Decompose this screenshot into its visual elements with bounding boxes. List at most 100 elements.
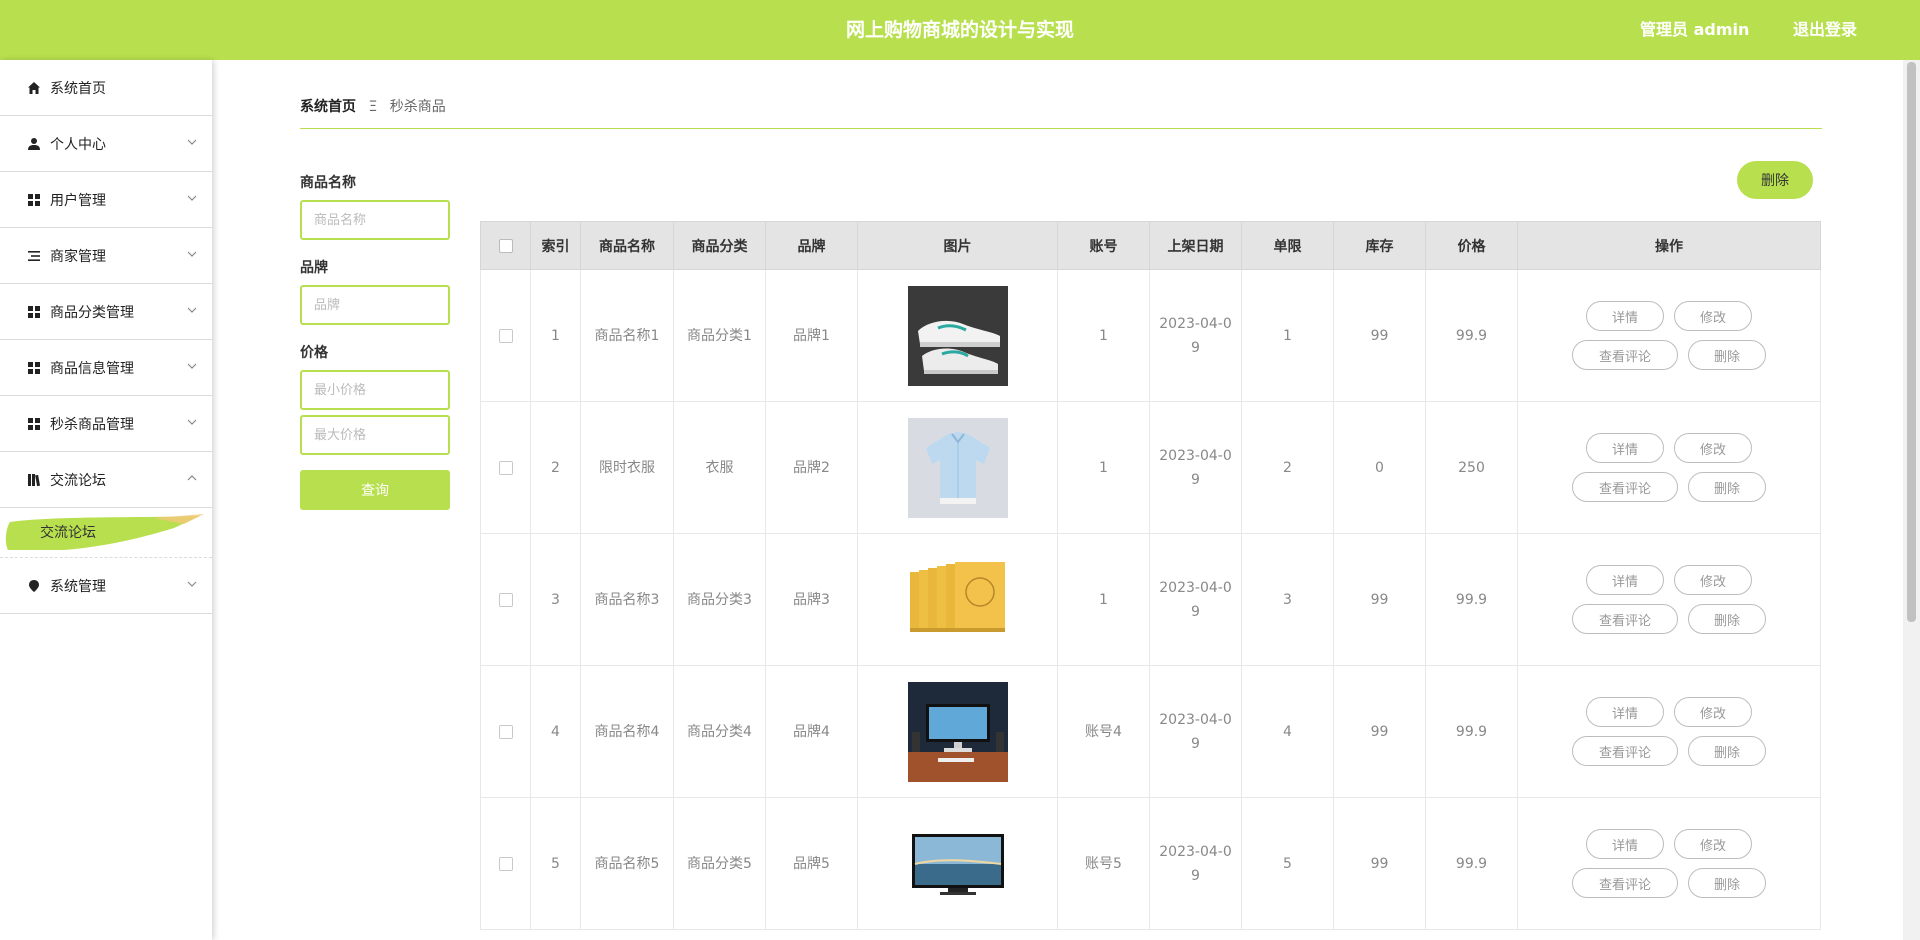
query-button[interactable]: 查询 (300, 470, 450, 510)
delete-row-button[interactable]: 删除 (1688, 604, 1766, 634)
chevron-down-icon (187, 139, 197, 145)
index-cell: 3 (530, 533, 581, 666)
brand-cell: 品牌2 (765, 401, 858, 534)
index-cell: 4 (530, 665, 581, 798)
select-all-checkbox[interactable] (498, 238, 513, 253)
sidebar-item-category-management[interactable]: 商品分类管理 (0, 284, 212, 340)
sidebar-item-label: 系统管理 (50, 578, 106, 595)
limit-cell: 3 (1241, 533, 1334, 666)
category-cell: 商品分类3 (673, 533, 766, 666)
pin-icon (26, 578, 42, 594)
max-price-input[interactable] (300, 415, 450, 455)
sidebar-item-personal-center[interactable]: 个人中心 (0, 116, 212, 172)
sidebar-item-system-management[interactable]: 系统管理 (0, 558, 212, 614)
delete-row-button[interactable]: 删除 (1688, 736, 1766, 766)
delete-row-button[interactable]: 删除 (1688, 472, 1766, 502)
column-header: 操作 (1517, 221, 1821, 270)
edit-button[interactable]: 修改 (1674, 301, 1752, 331)
detail-button[interactable]: 详情 (1586, 301, 1664, 331)
date-line: 2023-04-0 (1159, 579, 1232, 596)
edit-button[interactable]: 修改 (1674, 565, 1752, 595)
column-header: 账号 (1057, 221, 1150, 270)
grid-icon (26, 360, 42, 376)
sidebar-item-label: 商品分类管理 (50, 304, 134, 321)
image-cell (857, 401, 1058, 534)
scrollbar-thumb[interactable] (1907, 62, 1916, 622)
select-all-cell (480, 221, 531, 270)
edit-button[interactable]: 修改 (1674, 829, 1752, 859)
sidebar-subitem-label: 交流论坛 (40, 525, 96, 541)
sidebar-item-user-management[interactable]: 用户管理 (0, 172, 212, 228)
sidebar-item-forum[interactable]: 交流论坛 (0, 452, 212, 508)
limit-cell: 1 (1241, 269, 1334, 402)
view-comments-button[interactable]: 查看评论 (1572, 604, 1678, 634)
row-checkbox[interactable] (498, 724, 513, 739)
delete-row-button[interactable]: 删除 (1688, 868, 1766, 898)
date-cell: 2023-04-0 9 (1149, 401, 1242, 534)
flash-sale-table: 索引 商品名称 商品分类 品牌 图片 账号 上架日期 单限 库存 价格 操作 1… (480, 221, 1821, 930)
actions-cell: 详情 修改 查看评论 删除 (1517, 269, 1821, 402)
book-icon (26, 472, 42, 488)
row-checkbox[interactable] (498, 856, 513, 871)
sidebar-subitem-forum[interactable]: 交流论坛 (0, 508, 212, 558)
brush-highlight (5, 514, 204, 550)
product-name-cell: 限时衣服 (580, 401, 674, 534)
detail-button[interactable]: 详情 (1586, 565, 1664, 595)
top-header: 网上购物商城的设计与实现 管理员 admin 退出登录 (0, 0, 1920, 60)
grid-icon (26, 416, 42, 432)
row-checkbox[interactable] (498, 328, 513, 343)
logout-link[interactable]: 退出登录 (1793, 0, 1857, 60)
date-line: 9 (1191, 867, 1200, 884)
sidebar-item-merchant-management[interactable]: 商家管理 (0, 228, 212, 284)
breadcrumb: 系统首页 Ξ 秒杀商品 (300, 96, 446, 116)
date-cell: 2023-04-0 9 (1149, 533, 1242, 666)
sidebar-item-label: 用户管理 (50, 192, 106, 209)
price-cell: 99.9 (1425, 269, 1518, 402)
sidebar-item-product-management[interactable]: 商品信息管理 (0, 340, 212, 396)
sidebar-item-home[interactable]: 系统首页 (0, 60, 212, 116)
page-scrollbar[interactable] (1903, 60, 1920, 940)
view-comments-button[interactable]: 查看评论 (1572, 868, 1678, 898)
detail-button[interactable]: 详情 (1586, 433, 1664, 463)
sidebar-item-label: 系统首页 (50, 80, 106, 97)
chevron-down-icon (187, 307, 197, 313)
sneaker-image (907, 285, 1008, 386)
sidebar-item-label: 个人中心 (50, 136, 106, 153)
detail-button[interactable]: 详情 (1586, 697, 1664, 727)
row-checkbox[interactable] (498, 460, 513, 475)
sidebar-item-flash-sale-management[interactable]: 秒杀商品管理 (0, 396, 212, 452)
table-row: 5 商品名称5 商品分类5 品牌5 账号5 2023-04-0 9 5 99 9… (480, 797, 1821, 930)
brand-input[interactable] (300, 285, 450, 325)
row-select-cell (480, 269, 531, 402)
index-cell: 5 (530, 797, 581, 930)
edit-button[interactable]: 修改 (1674, 433, 1752, 463)
column-header: 品牌 (765, 221, 858, 270)
row-checkbox[interactable] (498, 592, 513, 607)
stock-cell: 0 (1333, 401, 1426, 534)
chevron-down-icon (187, 419, 197, 425)
chevron-down-icon (187, 581, 197, 587)
sidebar-item-label: 商品信息管理 (50, 360, 134, 377)
image-cell (857, 797, 1058, 930)
brand-cell: 品牌5 (765, 797, 858, 930)
stock-cell: 99 (1333, 533, 1426, 666)
delete-row-button[interactable]: 删除 (1688, 340, 1766, 370)
detail-button[interactable]: 详情 (1586, 829, 1664, 859)
column-header: 商品分类 (673, 221, 766, 270)
min-price-input[interactable] (300, 370, 450, 410)
brand-cell: 品牌1 (765, 269, 858, 402)
breadcrumb-home-link[interactable]: 系统首页 (300, 99, 356, 115)
grid-icon (26, 304, 42, 320)
product-name-cell: 商品名称4 (580, 665, 674, 798)
view-comments-button[interactable]: 查看评论 (1572, 736, 1678, 766)
batch-delete-button[interactable]: 删除 (1737, 161, 1813, 199)
account-cell: 1 (1057, 269, 1150, 402)
category-cell: 商品分类5 (673, 797, 766, 930)
view-comments-button[interactable]: 查看评论 (1572, 472, 1678, 502)
stock-cell: 99 (1333, 665, 1426, 798)
table-header-row: 索引 商品名称 商品分类 品牌 图片 账号 上架日期 单限 库存 价格 操作 (480, 221, 1821, 270)
product-name-input[interactable] (300, 200, 450, 240)
view-comments-button[interactable]: 查看评论 (1572, 340, 1678, 370)
edit-button[interactable]: 修改 (1674, 697, 1752, 727)
stock-cell: 99 (1333, 797, 1426, 930)
